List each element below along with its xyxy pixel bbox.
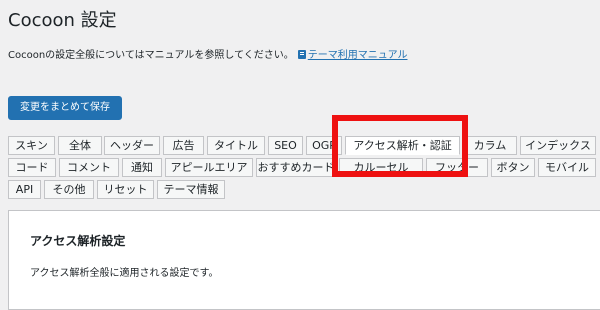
- tab-ogp[interactable]: OGP: [306, 136, 342, 155]
- tab-reset[interactable]: リセット: [97, 180, 154, 199]
- tab-code[interactable]: コード: [8, 158, 56, 177]
- tab-column[interactable]: カラム: [463, 136, 517, 155]
- section-description: アクセス解析全般に適用される設定です。: [30, 268, 219, 279]
- book-icon: [297, 50, 306, 59]
- tab-index[interactable]: インデックス: [520, 136, 596, 155]
- tab-ads[interactable]: 広告: [163, 136, 204, 155]
- tab-notice[interactable]: 通知: [122, 158, 162, 177]
- tab-title[interactable]: タイトル: [207, 136, 265, 155]
- tab-mobile[interactable]: モバイル: [538, 158, 596, 177]
- tab-general[interactable]: 全体: [58, 136, 102, 155]
- tab-comment[interactable]: コメント: [59, 158, 119, 177]
- tab-api[interactable]: API: [8, 180, 41, 199]
- tab-skin[interactable]: スキン: [8, 136, 55, 155]
- tab-recommended-cards[interactable]: おすすめカード: [256, 158, 336, 177]
- tab-appeal-area[interactable]: アピールエリア: [165, 158, 253, 177]
- tab-header[interactable]: ヘッダー: [104, 136, 160, 155]
- intro-text: Cocoonの設定全般についてはマニュアルを参照してください。 テーマ利用マニュア…: [8, 46, 407, 61]
- tab-theme-info[interactable]: テーマ情報: [157, 180, 225, 199]
- manual-link[interactable]: テーマ利用マニュアル: [308, 50, 408, 61]
- page-title: Cocoon 設定: [8, 10, 117, 31]
- tab-footer[interactable]: フッター: [426, 158, 488, 177]
- intro-description: Cocoonの設定全般についてはマニュアルを参照してください。: [8, 50, 294, 61]
- settings-panel: [8, 210, 600, 310]
- tab-carousel[interactable]: カルーセル: [339, 158, 423, 177]
- tab-access-analysis[interactable]: アクセス解析・認証: [345, 136, 460, 155]
- tab-seo[interactable]: SEO: [268, 136, 303, 155]
- tab-button[interactable]: ボタン: [491, 158, 535, 177]
- section-heading: アクセス解析設定: [30, 234, 126, 248]
- save-all-button[interactable]: 変更をまとめて保存: [8, 96, 122, 120]
- tab-other[interactable]: その他: [44, 180, 94, 199]
